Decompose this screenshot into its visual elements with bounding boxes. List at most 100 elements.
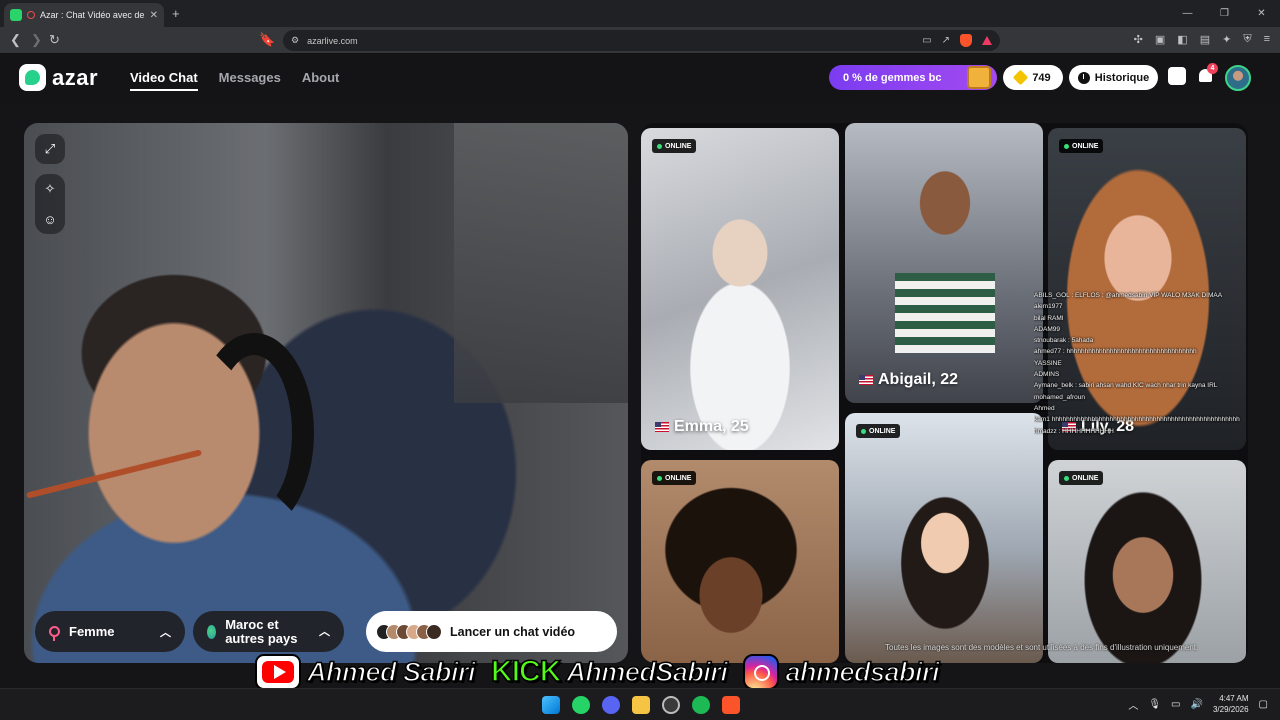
- file-explorer-icon[interactable]: [632, 696, 650, 714]
- main-nav: Video Chat Messages About: [130, 70, 339, 91]
- female-icon: [49, 626, 60, 641]
- reload-icon[interactable]: ↻: [49, 32, 60, 48]
- country-filter[interactable]: Maroc et autres pays ︿: [193, 611, 344, 652]
- online-label: ONLINE: [1072, 474, 1099, 482]
- face-filter-icon[interactable]: ☺: [35, 204, 65, 234]
- gender-filter[interactable]: Femme ︿: [35, 611, 185, 652]
- microphone-icon[interactable]: 🎙: [1148, 699, 1161, 710]
- recording-icon: [27, 11, 35, 19]
- profile-name: Emma, 25: [655, 418, 749, 436]
- cast-icon[interactable]: ▭: [922, 35, 931, 46]
- extensions-icon[interactable]: ✣: [1134, 33, 1143, 46]
- magic-wand-icon[interactable]: ✧: [35, 174, 65, 204]
- camera-preview: ⤢ ✧ ☺ Femme ︿ Maroc et autres pays ︿ Lan…: [24, 123, 628, 663]
- instagram-handle: ahmedsabiri: [743, 654, 940, 690]
- youtube-icon: [255, 654, 301, 690]
- notification-badge: 4: [1207, 63, 1218, 74]
- chat-message: ABILS_GOL : ELFLOS : @ahmedsabiri VIP WA…: [1034, 292, 1223, 299]
- profile-card[interactable]: ONLINE: [1048, 460, 1246, 663]
- avatar[interactable]: [1225, 65, 1251, 91]
- start-video-chat-label: Lancer un chat vidéo: [450, 624, 576, 639]
- notifications-button[interactable]: 4: [1197, 63, 1218, 86]
- browser-extensions: ✣ ▣ ◧ ▤ ✦ ⛨ ≡: [1134, 33, 1270, 46]
- profile-name: Abigail, 22: [859, 371, 958, 389]
- maximize-button[interactable]: ❐: [1206, 0, 1243, 27]
- menu-icon[interactable]: ≡: [1264, 33, 1270, 46]
- online-dot-icon: [657, 475, 662, 481]
- us-flag-icon: [655, 422, 669, 432]
- start-video-chat-button[interactable]: Lancer un chat vidéo: [366, 611, 617, 652]
- history-label: Historique: [1094, 71, 1150, 84]
- profile-card[interactable]: ONLINE: [641, 460, 839, 663]
- screenshot-icon[interactable]: ▣: [1155, 33, 1165, 46]
- gem-icon: [1013, 69, 1029, 86]
- spotify-icon[interactable]: [692, 696, 710, 714]
- tab-close-icon[interactable]: ✕: [150, 10, 158, 21]
- brave-shield-icon[interactable]: [960, 34, 972, 47]
- chat-message: ahmed77 : hhhhhhhhhhhhhhhhhhhhhhhhhhhhhh…: [1034, 348, 1197, 356]
- profile-card[interactable]: ONLINE: [845, 413, 1043, 663]
- online-badge: ONLINE: [1059, 471, 1104, 485]
- expand-icon[interactable]: ⤢: [35, 134, 65, 164]
- back-icon[interactable]: ❮: [10, 32, 21, 48]
- online-dot-icon: [1064, 143, 1069, 149]
- windows-start-icon[interactable]: [542, 696, 560, 714]
- forward-icon[interactable]: ❯: [31, 32, 42, 48]
- site-settings-icon[interactable]: ⚙: [291, 35, 299, 46]
- treasure-chest-icon: [967, 66, 991, 89]
- us-flag-icon: [859, 375, 873, 385]
- browser-tab-bar: Azar : Chat Vidéo avec de nou ✕ + — ❐ ✕: [0, 0, 1280, 27]
- notifications-tray-icon[interactable]: ▢: [1259, 699, 1268, 710]
- network-icon[interactable]: ▭: [1171, 699, 1180, 710]
- minimize-button[interactable]: —: [1169, 0, 1206, 27]
- brave-browser-icon[interactable]: [722, 696, 740, 714]
- camera-tools: ⤢ ✧ ☺: [35, 134, 65, 234]
- online-badge: ONLINE: [856, 424, 901, 438]
- chat-message: ADMINS: [1034, 371, 1060, 379]
- gems-promo-button[interactable]: 0 % de gemmes bc: [829, 65, 997, 90]
- chevron-up-icon: ︿: [319, 625, 330, 638]
- profile-card[interactable]: ONLINE Emma, 25: [641, 128, 839, 450]
- camera-headset-shape: [194, 333, 314, 533]
- logo-text: azar: [52, 64, 99, 90]
- leo-ai-icon[interactable]: ✦: [1222, 33, 1231, 46]
- clock-time: 4:47 AM: [1219, 694, 1249, 703]
- sidebar-icon[interactable]: ◧: [1177, 33, 1187, 46]
- whatsapp-icon[interactable]: [572, 696, 590, 714]
- omnibox[interactable]: ⚙ azarlive.com ▭ ↗: [283, 30, 1000, 51]
- brave-rewards-icon[interactable]: [982, 36, 992, 45]
- chat-message: stnoubarak : 5ahada: [1034, 337, 1094, 345]
- online-label: ONLINE: [665, 142, 692, 150]
- stream-social-banner: Ahmed Sabiri KICK AhmedSabiri ahmedsabir…: [255, 652, 955, 692]
- nav-about[interactable]: About: [302, 70, 340, 91]
- azar-logo[interactable]: azar: [19, 64, 98, 91]
- stream-chat-overlay: ABILS_GOL : ELFLOS : @ahmedsabiri VIP WA…: [1034, 290, 1264, 437]
- new-tab-button[interactable]: +: [172, 6, 180, 21]
- chevron-up-icon: ︿: [160, 626, 171, 639]
- share-icon[interactable]: ↗: [942, 35, 950, 46]
- wallet-icon[interactable]: ▤: [1200, 33, 1210, 46]
- obs-icon[interactable]: [662, 696, 680, 714]
- shop-icon[interactable]: [1168, 67, 1186, 85]
- nav-messages[interactable]: Messages: [219, 70, 281, 91]
- profile-name-text: Emma, 25: [674, 418, 749, 435]
- clock[interactable]: 4:47 AM 3/29/2026: [1213, 693, 1249, 715]
- close-window-button[interactable]: ✕: [1243, 0, 1280, 27]
- chat-message: bilal RAMI: [1034, 314, 1064, 322]
- bookmark-icon[interactable]: 🔖: [259, 32, 275, 48]
- nav-video-chat[interactable]: Video Chat: [130, 70, 198, 91]
- browser-tab[interactable]: Azar : Chat Vidéo avec de nou ✕: [4, 3, 164, 27]
- tray-chevron-up-icon[interactable]: ︿: [1128, 697, 1138, 712]
- online-label: ONLINE: [665, 474, 692, 482]
- kick-handle: KICK AhmedSabiri: [490, 654, 728, 689]
- volume-icon[interactable]: 🔊: [1191, 699, 1203, 710]
- azar-logo-icon: [19, 64, 46, 91]
- gem-balance-button[interactable]: 749: [1003, 65, 1063, 90]
- avatar-stack: [376, 623, 442, 640]
- disclaimer-text: Toutes les images sont des modèles et so…: [885, 643, 1199, 652]
- discord-icon[interactable]: [602, 696, 620, 714]
- gems-promo-label: 0 % de gemmes bc: [843, 71, 942, 84]
- history-button[interactable]: Historique: [1069, 65, 1158, 90]
- profile-card[interactable]: Abigail, 22: [845, 123, 1043, 403]
- vpn-icon[interactable]: ⛨: [1243, 33, 1251, 46]
